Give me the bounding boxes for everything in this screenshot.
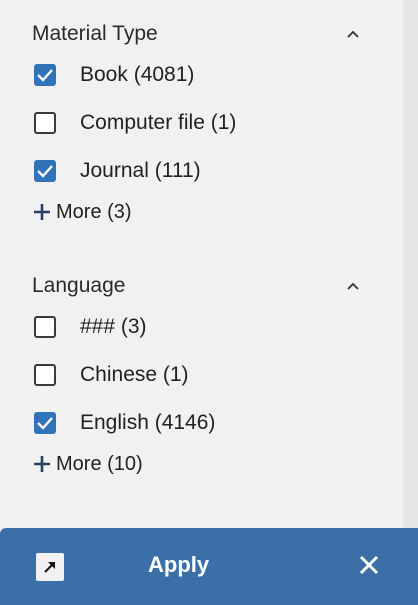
apply-bar: Apply (0, 528, 418, 605)
chevron-up-icon[interactable] (347, 28, 359, 40)
filter-option-journal[interactable]: Journal (111) (32, 148, 377, 196)
checkbox-hash[interactable] (34, 316, 56, 338)
checkbox-english[interactable] (34, 412, 56, 434)
apply-button[interactable]: Apply (148, 550, 209, 580)
more-label: More (3) (56, 201, 132, 223)
option-label: Journal (111) (80, 159, 201, 182)
more-link-material-type[interactable]: More (3) (32, 196, 377, 232)
checkbox-chinese[interactable] (34, 364, 56, 386)
scrollbar[interactable] (403, 0, 418, 605)
filter-option-book[interactable]: Book (4081) (32, 52, 377, 100)
facet-material-type: Material Type Book (4081) Computer file … (32, 16, 377, 232)
filter-option-computer-file[interactable]: Computer file (1) (32, 100, 377, 148)
checkmark-icon (37, 165, 53, 178)
checkbox-book[interactable] (34, 64, 56, 86)
chevron-up-icon[interactable] (347, 280, 359, 292)
option-label: Book (4081) (80, 63, 195, 86)
facet-header[interactable]: Material Type (32, 16, 377, 52)
checkbox-computer-file[interactable] (34, 112, 56, 134)
filter-option-chinese[interactable]: Chinese (1) (32, 352, 377, 400)
option-label: English (4146) (80, 411, 216, 434)
expand-button[interactable] (36, 553, 64, 581)
checkmark-icon (37, 69, 53, 82)
facet-title: Material Type (32, 22, 158, 45)
option-label: Computer file (1) (80, 111, 237, 134)
option-label: ### (3) (80, 315, 147, 338)
close-icon[interactable] (358, 554, 380, 576)
more-link-language[interactable]: More (10) (32, 448, 377, 484)
facet-title: Language (32, 274, 126, 297)
checkmark-icon (37, 417, 53, 430)
checkbox-journal[interactable] (34, 160, 56, 182)
facet-language: Language ### (3) Chinese (1) English (41… (32, 268, 377, 484)
option-label: Chinese (1) (80, 363, 189, 386)
arrow-expand-icon (44, 562, 55, 573)
filter-option-hash[interactable]: ### (3) (32, 304, 377, 352)
filter-option-english[interactable]: English (4146) (32, 400, 377, 448)
plus-icon (32, 454, 52, 474)
more-label: More (10) (56, 453, 143, 475)
plus-icon (32, 202, 52, 222)
facet-header[interactable]: Language (32, 268, 377, 304)
